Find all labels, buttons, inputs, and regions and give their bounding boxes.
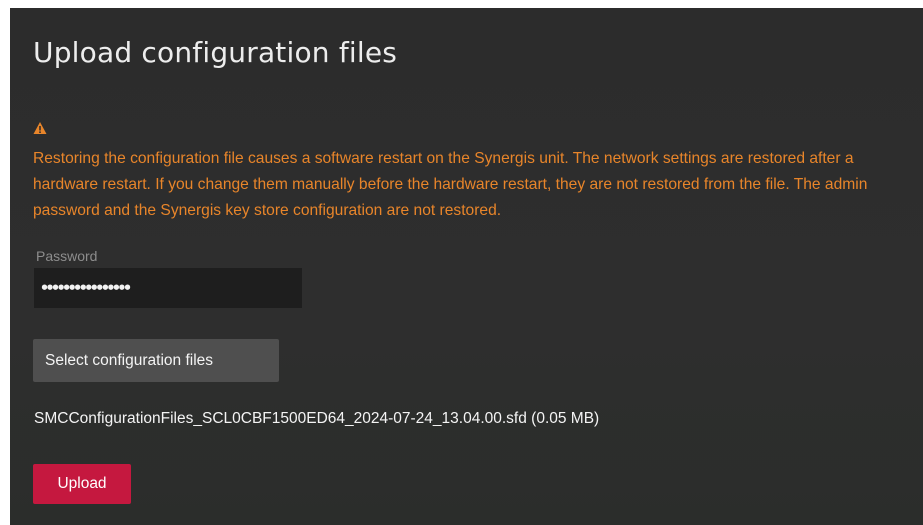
- selected-file-name: SMCConfigurationFiles_SCL0CBF1500ED64_20…: [34, 410, 600, 427]
- page-title: Upload configuration files: [33, 36, 398, 69]
- warning-triangle-icon: [33, 122, 47, 134]
- upload-config-panel: Upload configuration files Restoring the…: [10, 8, 923, 525]
- upload-button[interactable]: Upload: [33, 464, 131, 504]
- select-configuration-files-button[interactable]: Select configuration files: [33, 339, 279, 382]
- restore-warning-text: Restoring the configuration file causes …: [33, 150, 868, 219]
- password-input[interactable]: [34, 268, 302, 308]
- password-label: Password: [36, 248, 98, 264]
